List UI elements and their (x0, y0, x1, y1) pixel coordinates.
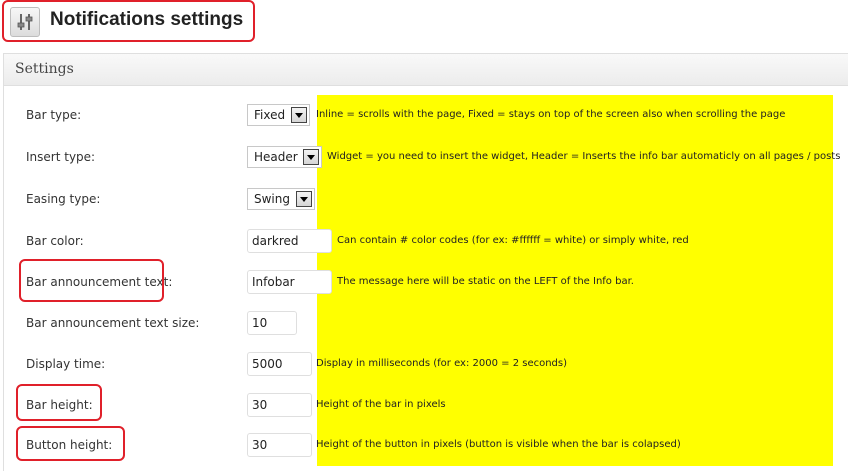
chevron-down-icon[interactable] (291, 107, 307, 123)
bar-type-select[interactable]: Fixed (247, 104, 310, 126)
announcement-text-size-input[interactable]: 10 (247, 311, 297, 335)
display-time-description: Display in milliseconds (for ex: 2000 = … (316, 358, 568, 369)
announcement-text-input[interactable]: Infobar (247, 270, 332, 294)
bar-color-description: Can contain # color codes (for ex: #ffff… (337, 235, 689, 246)
bar-color-input[interactable]: darkred (247, 229, 332, 253)
bar-height-annotation (16, 384, 102, 421)
insert-type-description: Widget = you need to insert the widget, … (327, 151, 841, 162)
announcement-text-annotation (19, 259, 164, 302)
setting-row-insert-type: Insert type: Header Widget = you need to… (0, 145, 848, 171)
easing-type-value: Swing (254, 192, 290, 206)
insert-type-value: Header (254, 150, 298, 164)
bar-height-description: Height of the bar in pixels (316, 399, 446, 410)
announcement-text-description: The message here will be static on the L… (337, 276, 634, 287)
page-header: Notifications settings (0, 0, 848, 54)
bar-height-input[interactable]: 30 (247, 393, 312, 417)
insert-type-label: Insert type: (26, 150, 96, 164)
setting-row-bar-color: Bar color: darkred Can contain # color c… (0, 229, 848, 255)
insert-type-select[interactable]: Header (247, 146, 322, 168)
display-time-input[interactable]: 5000 (247, 352, 312, 376)
button-height-input[interactable]: 30 (247, 433, 312, 457)
chevron-down-icon[interactable] (303, 149, 319, 165)
setting-row-bar-type: Bar type: Fixed Inline = scrolls with th… (0, 103, 848, 129)
setting-row-display-time: Display time: 5000 Display in millisecon… (0, 352, 848, 378)
bar-color-label: Bar color: (26, 234, 84, 248)
bar-type-value: Fixed (254, 108, 286, 122)
panel-title: Settings (15, 61, 74, 77)
setting-row-bar-height: Bar height: 30 Height of the bar in pixe… (0, 393, 848, 419)
display-time-label: Display time: (26, 357, 106, 371)
page-title: Notifications settings (50, 9, 244, 30)
easing-type-select[interactable]: Swing (247, 188, 315, 210)
button-height-annotation (16, 426, 125, 461)
settings-sliders-icon (10, 7, 40, 37)
bar-type-label: Bar type: (26, 108, 82, 122)
panel-header[interactable]: Settings (4, 54, 848, 86)
chevron-down-icon[interactable] (296, 191, 312, 207)
bar-type-description: Inline = scrolls with the page, Fixed = … (316, 109, 786, 120)
announcement-text-size-label: Bar announcement text size: (26, 316, 200, 330)
setting-row-button-height: Button height: 30 Height of the button i… (0, 433, 848, 459)
setting-row-easing-type: Easing type: Swing (0, 187, 848, 213)
setting-row-announcement-text-size: Bar announcement text size: 10 (0, 311, 848, 337)
title-annotation: Notifications settings (2, 0, 255, 42)
easing-type-label: Easing type: (26, 192, 101, 206)
button-height-description: Height of the button in pixels (button i… (316, 439, 681, 450)
